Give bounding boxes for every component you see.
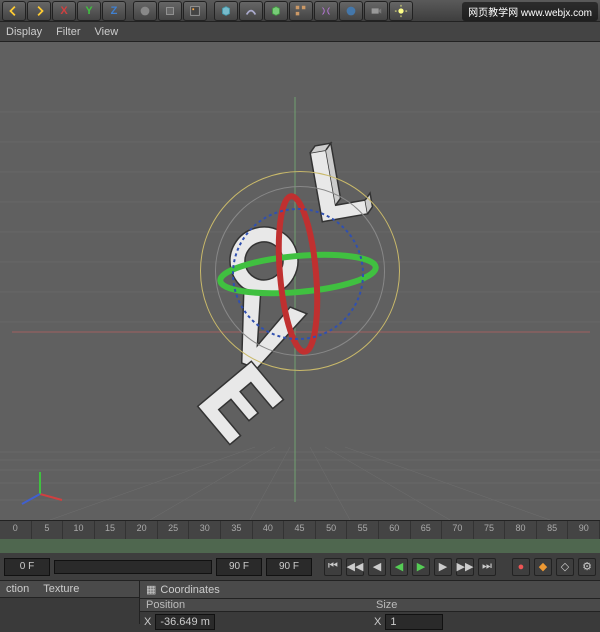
prev-key-button[interactable]: ◀◀ <box>346 558 364 576</box>
menu-display[interactable]: Display <box>6 26 42 38</box>
play-back-button[interactable]: ◀ <box>390 558 408 576</box>
tick: 70 <box>442 521 474 539</box>
tab-function[interactable]: ction <box>6 583 29 595</box>
coordinates-title: Coordinates <box>160 584 219 596</box>
tab-texture[interactable]: Texture <box>43 583 79 595</box>
spline-button[interactable] <box>239 1 263 21</box>
menu-filter[interactable]: Filter <box>56 26 80 38</box>
gizmo-inner-circle[interactable] <box>215 186 385 356</box>
tick: 65 <box>411 521 443 539</box>
next-key-button[interactable]: ▶▶ <box>456 558 474 576</box>
tick: 55 <box>347 521 379 539</box>
current-frame-input[interactable] <box>216 558 262 576</box>
record-button[interactable]: ● <box>512 558 530 576</box>
end-frame-input[interactable] <box>266 558 312 576</box>
tick: 40 <box>253 521 285 539</box>
play-forward-button[interactable]: ▶ <box>412 558 430 576</box>
axis-z-button[interactable]: Z <box>102 1 126 21</box>
viewport-menubar: Display Filter View <box>0 22 600 42</box>
light-button[interactable] <box>389 1 413 21</box>
grid-icon: ▦ <box>146 583 156 596</box>
environment-button[interactable] <box>339 1 363 21</box>
watermark: 网页教学网 www.webjx.com <box>462 2 598 21</box>
key-button[interactable]: ◇ <box>556 558 574 576</box>
col-size: Size <box>370 599 600 611</box>
tick: 50 <box>316 521 348 539</box>
start-frame-input[interactable] <box>4 558 50 576</box>
tick: 10 <box>63 521 95 539</box>
col-position: Position <box>140 599 370 611</box>
bottom-panels: ction Texture ▦ Coordinates Position Siz… <box>0 580 600 624</box>
timeline-ruler[interactable]: 0 5 10 15 20 25 30 35 40 45 50 55 60 65 … <box>0 521 600 539</box>
next-frame-button[interactable]: ▶ <box>434 558 452 576</box>
autokey-button[interactable]: ◆ <box>534 558 552 576</box>
tick: 85 <box>537 521 569 539</box>
camera-button[interactable] <box>364 1 388 21</box>
goto-end-button[interactable]: ⏭ <box>478 558 496 576</box>
cube-primitive-button[interactable] <box>214 1 238 21</box>
array-button[interactable] <box>289 1 313 21</box>
coordinates-panel: ▦ Coordinates Position Size X -36.649 m … <box>140 581 600 624</box>
material-panel: ction Texture <box>0 581 140 624</box>
tick: 5 <box>32 521 64 539</box>
prev-frame-button[interactable]: ◀ <box>368 558 386 576</box>
options-button[interactable]: ⚙ <box>578 558 596 576</box>
tick: 20 <box>126 521 158 539</box>
undo-button[interactable] <box>2 1 26 21</box>
menu-view[interactable]: View <box>95 26 119 38</box>
timeline-scrubber[interactable] <box>0 539 600 553</box>
tick: 45 <box>284 521 316 539</box>
tick: 60 <box>379 521 411 539</box>
pos-x-value[interactable]: -36.649 m <box>155 614 215 630</box>
playback-controls: ⏮ ◀◀ ◀ ◀ ▶ ▶ ▶▶ ⏭ ● ◆ ◇ ⚙ <box>0 552 600 580</box>
deformer-button[interactable] <box>314 1 338 21</box>
axis-indicator <box>22 472 62 504</box>
tick: 80 <box>505 521 537 539</box>
redo-button[interactable] <box>27 1 51 21</box>
tick: 25 <box>158 521 190 539</box>
tick: 90 <box>568 521 600 539</box>
axis-x-button[interactable]: X <box>52 1 76 21</box>
axis-y-button[interactable]: Y <box>77 1 101 21</box>
render-region-button[interactable] <box>158 1 182 21</box>
tick: 35 <box>221 521 253 539</box>
timeline[interactable]: 0 5 10 15 20 25 30 35 40 45 50 55 60 65 … <box>0 520 600 552</box>
nurbs-button[interactable] <box>264 1 288 21</box>
size-x-value[interactable]: 1 <box>385 614 443 630</box>
viewport-3d[interactable] <box>0 42 600 520</box>
goto-start-button[interactable]: ⏮ <box>324 558 342 576</box>
render-settings-button[interactable] <box>183 1 207 21</box>
tick: 30 <box>189 521 221 539</box>
tick: 15 <box>95 521 127 539</box>
render-button[interactable] <box>133 1 157 21</box>
range-slider[interactable] <box>54 560 212 574</box>
tick: 0 <box>0 521 32 539</box>
pos-x-label: X <box>144 616 151 628</box>
size-x-label: X <box>374 616 381 628</box>
tick: 75 <box>474 521 506 539</box>
